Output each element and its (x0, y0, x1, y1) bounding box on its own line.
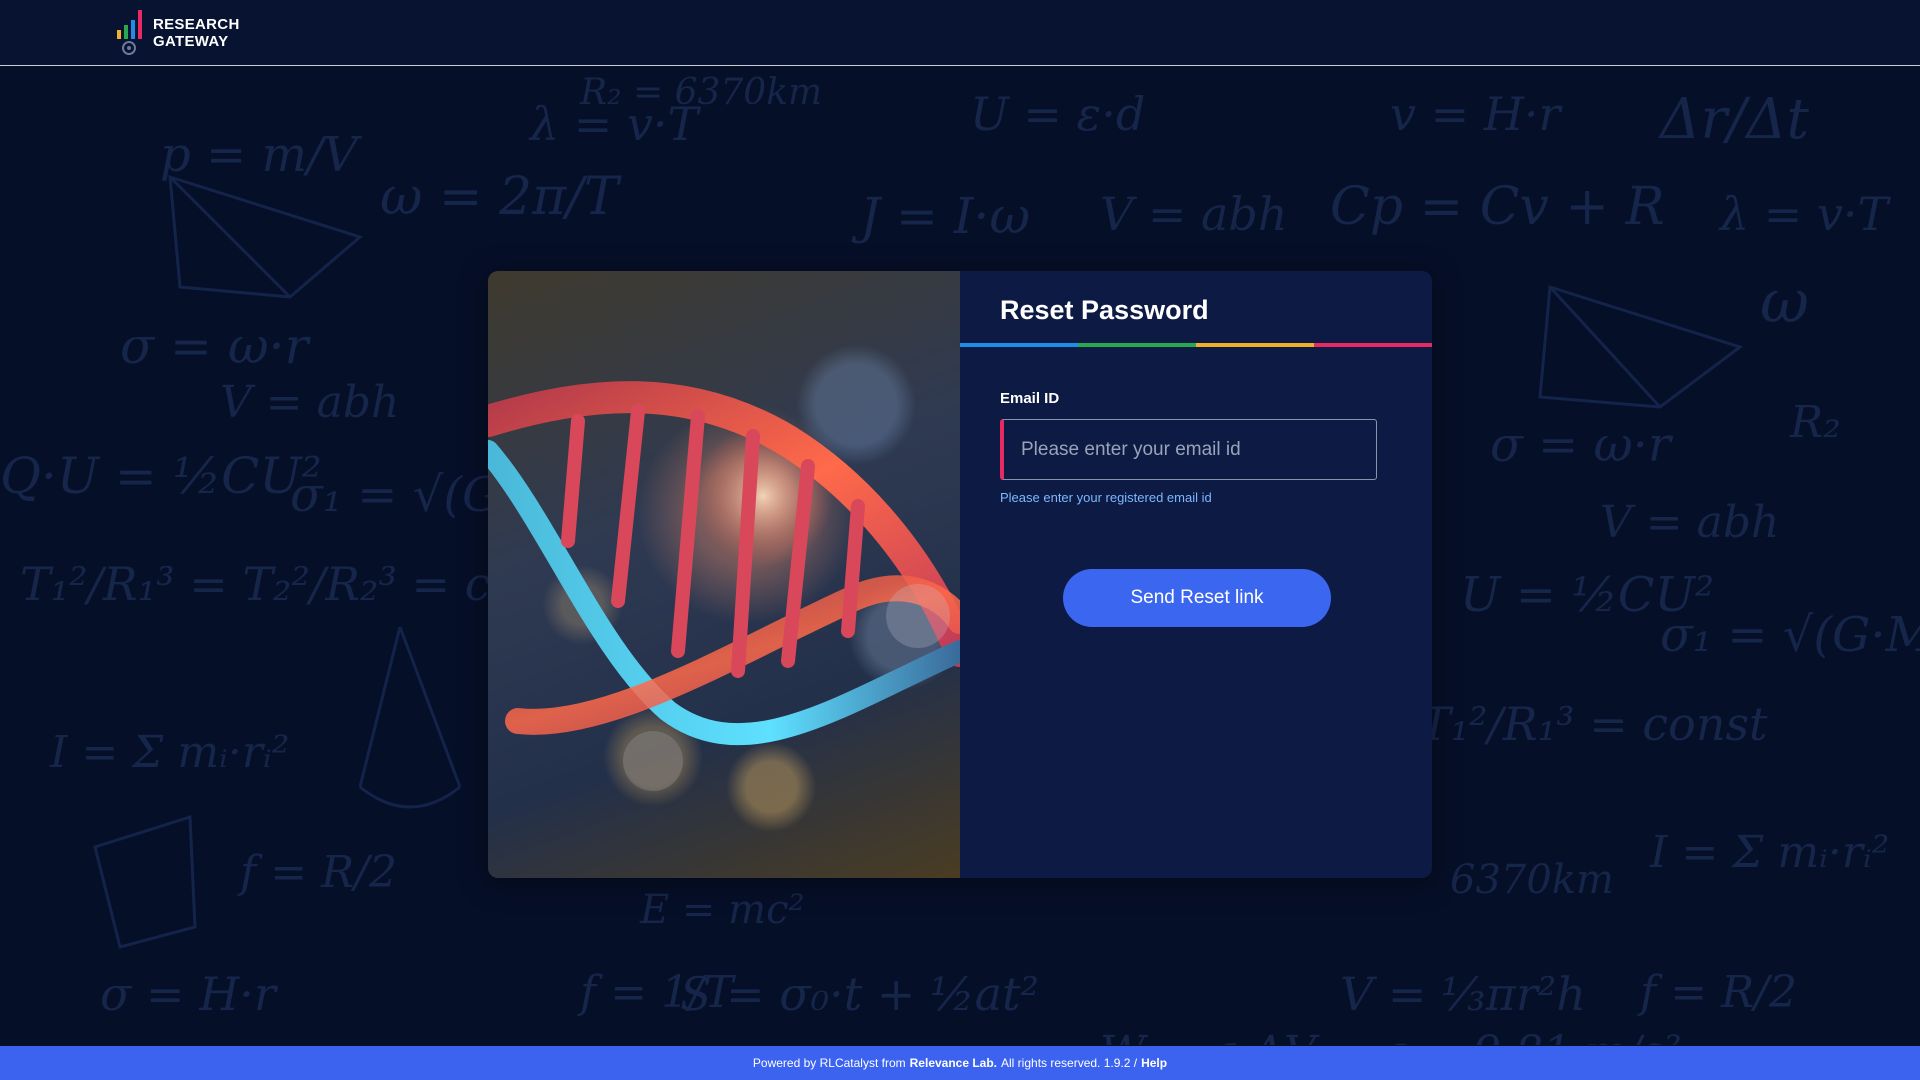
formula-doodle: σ = ω·r (120, 317, 309, 375)
divider-segment-blue (960, 343, 1078, 347)
formula-doodle: V = abh (220, 377, 400, 428)
formula-doodle: σ = H·r (100, 967, 276, 1021)
formula-doodle: ω (1760, 267, 1809, 337)
send-reset-link-button[interactable]: Send Reset link (1063, 569, 1331, 627)
divider-segment-green (1078, 343, 1196, 347)
formula-doodle: f = R/2 (1640, 967, 1798, 1018)
formula-doodle: σ₁ = √(G·M/R) (1660, 607, 1920, 663)
footer-bar: Powered by RLCatalyst from Relevance Lab… (0, 1046, 1920, 1080)
footer-help-link[interactable]: Help (1141, 1056, 1167, 1070)
email-hint: Please enter your registered email id (1000, 490, 1212, 505)
reset-password-card: Reset Password Email ID Please enter you… (488, 271, 1432, 878)
formula-doodle: 6370km (1450, 857, 1614, 903)
formula-doodle: I = Σ mᵢ·rᵢ² (1650, 827, 1890, 878)
formula-doodle: R₂ (1790, 397, 1841, 448)
formula-doodle: Δr/Δt (1660, 87, 1810, 152)
reset-password-form: Reset Password Email ID Please enter you… (960, 271, 1432, 878)
formula-doodle: J = I·ω (860, 187, 1031, 245)
divider-segment-yellow (1196, 343, 1314, 347)
formula-doodle: λ = v·T (1720, 187, 1889, 241)
divider-segment-pink (1314, 343, 1432, 347)
formula-doodle: λ = v·T (530, 97, 699, 151)
formula-doodle: V = abh (1100, 187, 1288, 241)
formula-doodle: Cp = Cv + R (1330, 177, 1665, 237)
formula-doodle: σ = ω·r (1490, 417, 1671, 473)
email-field[interactable] (1000, 419, 1377, 480)
logo-bars-icon (115, 10, 145, 56)
footer-rights: All rights reserved. 1.9.2 / (1001, 1056, 1138, 1070)
formula-doodle: R₂ = 6370km (580, 72, 823, 113)
formula-doodle: U = ε·d (970, 87, 1146, 141)
formula-doodle: v = H·r (1390, 87, 1561, 141)
formula-doodle: f = R/2 (240, 847, 398, 898)
rainbow-divider (960, 343, 1432, 347)
footer-powered-by: Powered by RLCatalyst from (752, 1056, 906, 1070)
form-title: Reset Password (1000, 295, 1209, 325)
formula-doodle: ω = 2π/T (380, 167, 619, 227)
formula-doodle: I = Σ mᵢ·rᵢ² (50, 727, 290, 778)
logo-line-2: GATEWAY (153, 33, 229, 50)
top-header: RESEARCH GATEWAY (0, 0, 1920, 66)
email-label: Email ID (1000, 390, 1060, 407)
formula-doodle: E = mc² (640, 887, 805, 933)
footer-company: Relevance Lab. (909, 1056, 998, 1070)
formula-doodle: f = 1/T (580, 967, 734, 1018)
formula-doodle: g = 9.81 m/s² (1380, 1027, 1682, 1045)
logo-line-1: RESEARCH (153, 16, 240, 33)
formula-doodle: W = q·ΔV (1100, 1027, 1316, 1045)
research-gateway-logo[interactable]: RESEARCH GATEWAY (115, 10, 240, 56)
formula-doodle: Q·U = ½CU² (0, 447, 322, 505)
formula-doodle: S = σ₀·t + ½at² (680, 967, 1039, 1021)
dna-illustration (488, 271, 960, 878)
formula-doodle: V = ⅓πr²h (1340, 967, 1586, 1021)
logo-text: RESEARCH GATEWAY (153, 16, 240, 50)
formula-doodle: T₁²/R₁³ = const (1420, 697, 1768, 751)
formula-doodle: p = m/V (160, 127, 358, 183)
formula-doodle: U = ½CU² (1460, 567, 1715, 623)
formula-doodle: V = abh (1600, 497, 1780, 548)
